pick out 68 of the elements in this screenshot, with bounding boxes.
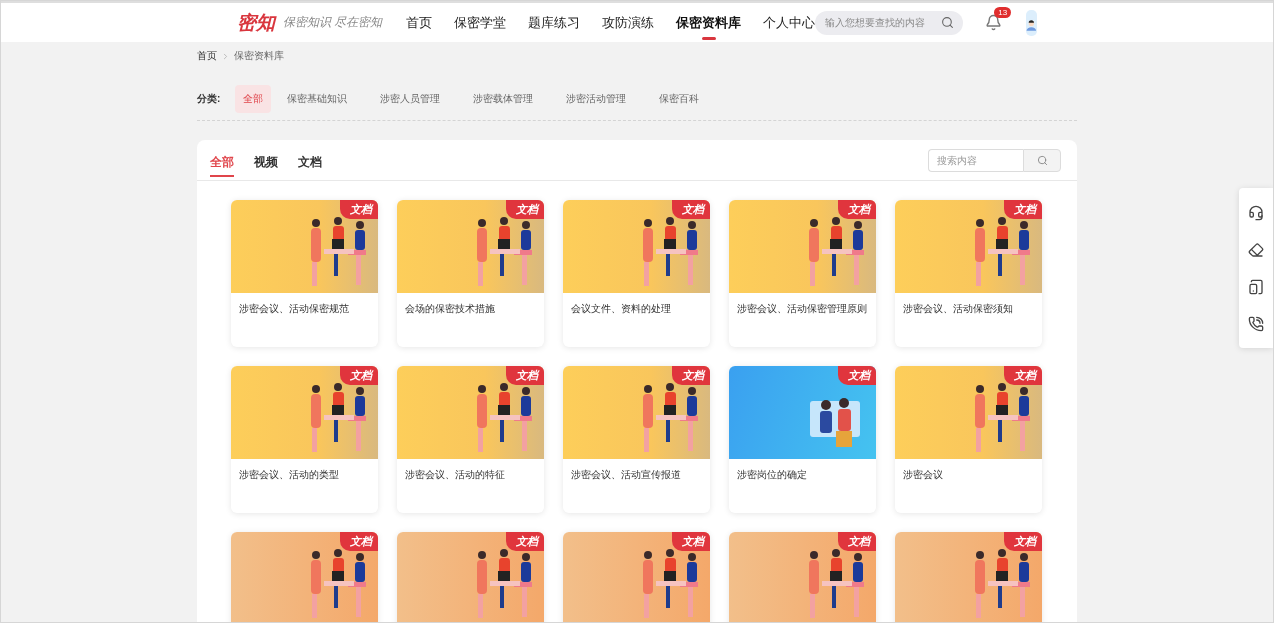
category-filter[interactable]: 保密百科 [651,85,708,113]
document-card[interactable]: 文档 [231,532,378,622]
bell-icon[interactable] [985,14,1003,31]
document-tag: 文档 [838,532,876,551]
tab[interactable]: 全部 [210,149,234,177]
card-title: 涉密岗位的确定 [736,468,808,482]
document-card[interactable]: 文档 [729,532,876,622]
category-filter[interactable]: 保密基础知识 [279,85,356,113]
search-icon[interactable] [941,15,955,29]
document-tag: 文档 [506,366,544,385]
card-title: 涉密会议、活动宣传报道 [570,468,682,482]
document-tag: 文档 [672,532,710,551]
chevron-right-icon [221,51,230,61]
avatar[interactable] [1026,9,1037,36]
category-filter[interactable]: 全部 [235,85,272,113]
nav-link[interactable]: 保密资料库 [676,3,742,42]
nav-link[interactable]: 保密学堂 [454,3,507,42]
breadcrumb-link[interactable]: 首页 [197,49,217,63]
tab[interactable]: 文档 [298,149,322,177]
card-title: 涉密会议、活动保密须知 [902,302,1014,316]
document-card[interactable]: 文档 涉密会议 [895,366,1042,513]
card-title: 涉密会议、活动保密规范 [238,302,350,316]
document-tag: 文档 [506,532,544,551]
document-tag: 文档 [838,366,876,385]
nav-link[interactable]: 题库练习 [528,3,581,42]
document-tag: 文档 [340,532,378,551]
category-filter[interactable]: 涉密载体管理 [465,85,542,113]
document-card[interactable]: 文档 涉密会议、活动的特征 [397,366,544,513]
card-title: 会议文件、资料的处理 [570,302,672,316]
card-title: 涉密会议、活动保密管理原则 [736,302,868,316]
document-card[interactable]: 文档 涉密会议、活动保密须知 [895,200,1042,347]
document-card[interactable]: 文档 会议文件、资料的处理 [563,200,710,347]
document-tag: 文档 [1004,200,1042,219]
card-title: 涉密会议、活动的特征 [404,468,506,482]
document-tag: 文档 [838,200,876,219]
document-tag: 文档 [340,366,378,385]
category-filter[interactable]: 涉密活动管理 [558,85,635,113]
tab[interactable]: 视频 [254,149,278,177]
document-card[interactable]: 文档 会场的保密技术措施 [397,200,544,347]
card-title: 会场的保密技术措施 [404,302,496,316]
notification-badge: 13 [994,7,1012,18]
document-card[interactable]: 文档 涉密会议、活动的类型 [231,366,378,513]
document-card[interactable]: 文档 [895,532,1042,622]
document-card[interactable]: 文档 涉密会议、活动保密管理原则 [729,200,876,347]
document-tag: 文档 [672,200,710,219]
nav-link[interactable]: 攻防演练 [602,3,655,42]
breadcrumb-link[interactable]: 保密资料库 [234,49,284,63]
document-tag: 文档 [1004,366,1042,385]
document-tag: 文档 [672,366,710,385]
search-icon [1036,154,1048,166]
logo[interactable]: 密知 [237,9,275,36]
category-label: 分类: [197,92,221,106]
logo-slogan: 保密知识 尽在密知 [283,14,383,31]
category-filter[interactable]: 涉密人员管理 [372,85,449,113]
card-title: 涉密会议、活动的类型 [238,468,340,482]
document-tag: 文档 [1004,532,1042,551]
document-card[interactable]: 文档 涉密会议、活动宣传报道 [563,366,710,513]
nav-link[interactable]: 首页 [406,3,433,42]
document-tag: 文档 [506,200,544,219]
search-field[interactable]: 搜索内容 [928,148,1023,172]
document-card[interactable]: 文档 [563,532,710,622]
document-tag: 文档 [340,200,378,219]
search-field[interactable]: 输入您想要查找的内容 [815,10,964,35]
document-card[interactable]: 文档 涉密会议、活动保密规范 [231,200,378,347]
document-card[interactable]: 文档 涉密岗位的确定 [729,366,876,513]
nav-link[interactable]: 个人中心 [763,3,816,42]
document-card[interactable]: 文档 [397,532,544,622]
card-title: 涉密会议 [902,468,944,482]
